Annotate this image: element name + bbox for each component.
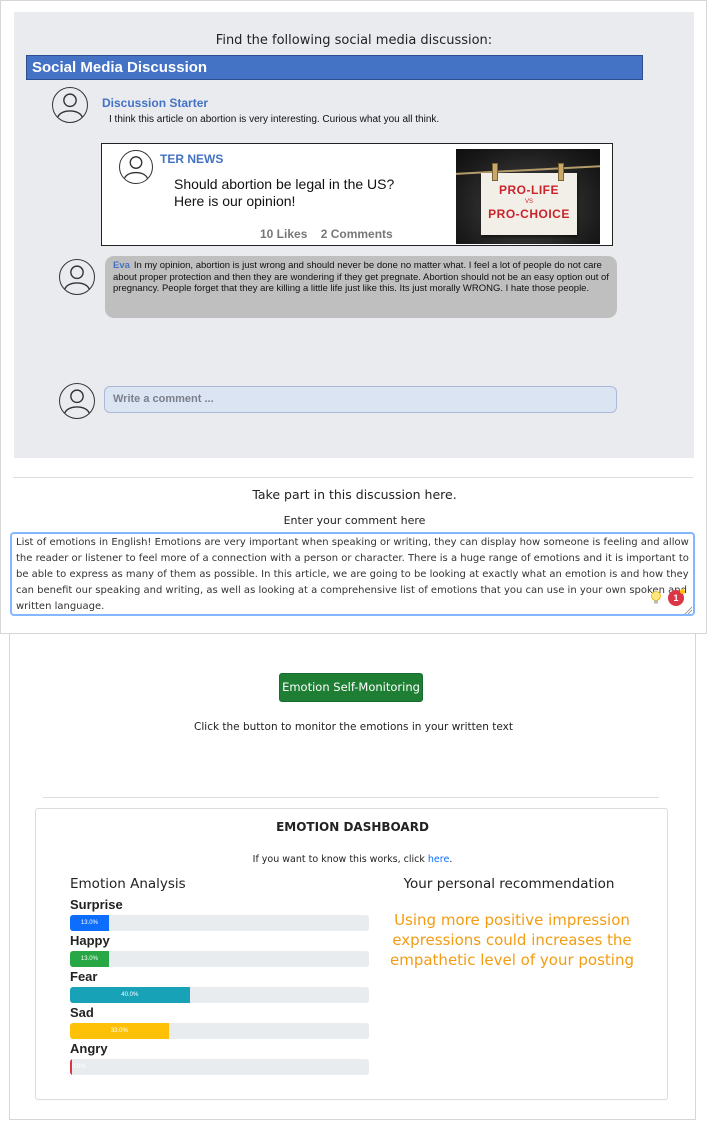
news-stats: 10 Likes 2 Comments [260,227,393,241]
emotion-label: Angry [70,1041,108,1056]
clothespin-icon [558,163,564,181]
image-text-vs: VS [524,199,533,205]
emotion-label: Fear [70,969,98,984]
news-image: PRO-LIFE VS PRO-CHOICE [456,149,600,244]
news-avatar-icon [119,150,153,184]
comment-text: List of emotions in English! Emotions ar… [16,537,689,612]
badge-dot [680,589,685,594]
monitor-hint: Click the button to monitor the emotions… [194,721,513,733]
emotion-analysis-title: Emotion Analysis [70,876,186,892]
emotion-progress-fill: 13.0% [70,951,109,967]
badge-count: 1 [673,593,679,603]
image-text-pro-life: PRO-LIFE [499,183,559,197]
reply-bubble: Eva In my opinion, abortion is just wrong… [105,256,617,318]
divider [13,477,693,478]
reply-text: In my opinion, abortion is just wrong an… [113,260,609,294]
info-suffix: . [449,854,453,865]
emotion-progress-track: 33.0% [70,1023,369,1039]
reply-author: Eva [113,260,130,271]
clothespin-icon [492,163,498,181]
recommendation-title: Your personal recommendation [403,876,615,892]
emotion-progress-track: 13.0% [70,915,369,931]
info-link[interactable]: here [428,854,449,865]
write-comment-input[interactable]: Write a comment ... [104,386,617,413]
emotion-dashboard: EMOTION DASHBOARD If you want to know th… [35,808,668,1100]
news-source: TER NEWS [160,152,224,166]
emotion-progress-fill: 0.0% [70,1059,86,1075]
monitoring-frame: Emotion Self-Monitoring Click the button… [9,634,696,1120]
starter-text: I think this article on abortion is very… [109,114,440,125]
discussion-panel: Find the following social media discussi… [14,12,694,458]
image-card: PRO-LIFE VS PRO-CHOICE [481,173,577,235]
emotion-progress-track: 0.0% [70,1059,369,1075]
emotion-self-monitoring-button[interactable]: Emotion Self-Monitoring [279,673,423,702]
starter-name: Discussion Starter [102,96,209,110]
resize-handle-icon[interactable] [684,606,692,614]
emotion-label: Surprise [70,897,123,912]
news-post-card[interactable]: TER NEWS Should abortion be legal in the… [101,143,613,246]
news-headline: Should abortion be legal in the US? Here… [174,176,434,210]
news-headline-line2: Here is our opinion! [174,193,296,209]
info-prefix: If you want to know this works, click [252,854,428,865]
enter-comment-label: Enter your comment here [283,514,426,527]
starter-avatar-icon [52,87,88,123]
emotion-progress-fill: 40.0% [70,987,190,1003]
eva-avatar-icon [59,259,95,295]
emotion-progress-track: 13.0% [70,951,369,967]
notification-badge-icon[interactable]: 1 [668,589,685,606]
lightbulb-icon[interactable] [650,591,662,605]
emotion-progress-track: 40.0% [70,987,369,1003]
emotion-progress-fill: 33.0% [70,1023,169,1039]
take-part-text: Take part in this discussion here. [252,487,457,502]
recommendation-text: Using more positive impression expressio… [390,911,634,969]
divider [43,797,659,798]
emotion-progress-fill: 13.0% [70,915,109,931]
comment-textarea[interactable]: List of emotions in English! Emotions ar… [10,532,695,616]
emotion-label: Happy [70,933,110,948]
dashboard-info: If you want to know this works, click he… [36,854,669,865]
user-avatar-icon [59,383,95,419]
image-text-pro-choice: PRO-CHOICE [488,207,570,221]
dashboard-title: EMOTION DASHBOARD [276,820,429,834]
discussion-frame: Find the following social media discussi… [0,0,707,634]
discussion-header: Social Media Discussion [26,55,643,80]
find-title: Find the following social media discussi… [215,33,493,48]
emotion-label: Sad [70,1005,94,1020]
news-headline-line1: Should abortion be legal in the US? [174,176,395,192]
